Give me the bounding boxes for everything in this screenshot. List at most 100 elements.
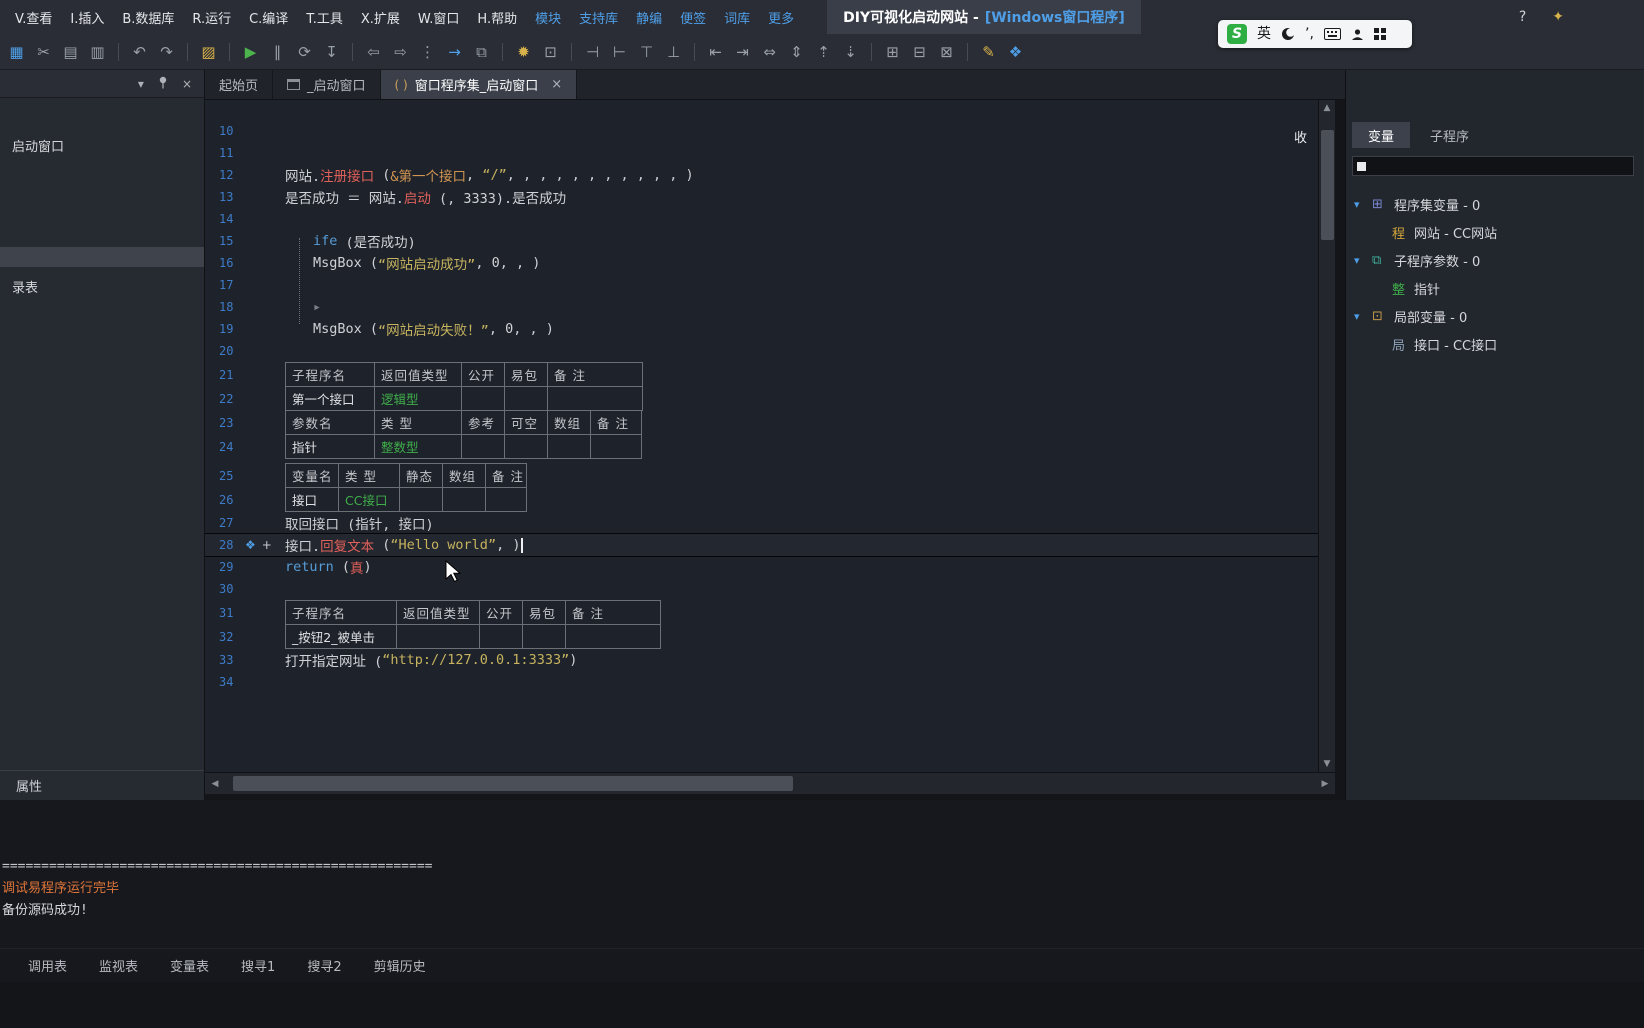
panel-tab-变量[interactable]: 变量 bbox=[1352, 122, 1411, 148]
bottom-tab-变量表[interactable]: 变量表 bbox=[170, 956, 209, 975]
menu-item[interactable]: B.数据库 bbox=[113, 0, 183, 34]
editor-line[interactable]: 25 变量名类 型静态 数组备 注 bbox=[205, 463, 1318, 488]
pen-icon[interactable]: ✎ bbox=[976, 39, 1001, 64]
nav-back-icon[interactable]: ⇦ bbox=[361, 39, 386, 64]
settings-icon[interactable]: ❖ bbox=[1003, 39, 1028, 64]
cut-icon[interactable]: ✂ bbox=[31, 39, 56, 64]
editor-line[interactable]: 33 打开指定网址 (“http://127.0.0.1:3333”) bbox=[205, 649, 1318, 671]
editor-line[interactable]: 18 ▸ bbox=[205, 296, 1318, 318]
pause-icon[interactable]: ∥ bbox=[265, 39, 290, 64]
menu-item[interactable]: H.帮助 bbox=[468, 0, 526, 34]
feedback-icon[interactable]: ✦ bbox=[1552, 9, 1564, 25]
doc-tab[interactable]: 起始页 bbox=[205, 70, 274, 99]
editor-line[interactable]: 26 接口 CC接口 bbox=[205, 487, 1318, 512]
align-left-icon[interactable]: ⊣ bbox=[580, 39, 605, 64]
panel-close-icon[interactable]: × bbox=[182, 77, 192, 91]
plugin-menu-item[interactable]: 词库 bbox=[715, 0, 759, 34]
collapse-button[interactable]: 收 bbox=[1294, 127, 1307, 146]
help-icon[interactable]: ? bbox=[1519, 9, 1526, 25]
copy-icon[interactable]: ▤ bbox=[58, 39, 83, 64]
align-bottom-icon[interactable]: ⊥ bbox=[661, 39, 686, 64]
align-top-icon[interactable]: ⊤ bbox=[634, 39, 659, 64]
editor-line[interactable]: 19 MsgBox (“网站启动失败！”, 0, , ) bbox=[205, 318, 1318, 340]
plugin-menu-item[interactable]: 便签 bbox=[671, 0, 715, 34]
variables-filter-box[interactable] bbox=[1352, 156, 1634, 176]
ime-keyboard-icon[interactable] bbox=[1323, 28, 1341, 40]
tip-bulb-icon[interactable]: ✹ bbox=[511, 39, 536, 64]
bottom-tab-监视表[interactable]: 监视表 bbox=[99, 956, 138, 975]
code-editor[interactable]: 10 11 12 网站. 注册接口 (&第一个接口, “/”, , , , , , , … bbox=[205, 100, 1318, 772]
center-v-icon[interactable]: ⇕ bbox=[784, 39, 809, 64]
editor-line[interactable]: 12 网站. 注册接口 (&第一个接口, “/”, , , , , , , , , … bbox=[205, 164, 1318, 186]
plugin-menu-item[interactable]: 更多 bbox=[759, 0, 803, 34]
scroll-up-icon[interactable]: ▲ bbox=[1319, 100, 1335, 116]
menu-item[interactable]: W.窗口 bbox=[409, 0, 469, 34]
sogou-logo-icon[interactable]: S bbox=[1227, 24, 1247, 44]
save-icon[interactable]: ▦ bbox=[4, 39, 29, 64]
vertical-scroll-thumb[interactable] bbox=[1321, 130, 1334, 240]
bottom-tab-剪辑历史[interactable]: 剪辑历史 bbox=[374, 956, 426, 975]
bottom-tab-调用表[interactable]: 调用表 bbox=[28, 956, 67, 975]
chevron-down-icon[interactable]: ▾ bbox=[1354, 310, 1372, 323]
tree-item[interactable]: 程网站 - CC网站 bbox=[1346, 218, 1644, 246]
ime-toolbar[interactable]: S 英 ’, bbox=[1218, 20, 1412, 48]
bottom-tab-搜寻2[interactable]: 搜寻2 bbox=[307, 956, 341, 975]
bottom-tab-搜寻1[interactable]: 搜寻1 bbox=[241, 956, 275, 975]
editor-line[interactable]: 10 bbox=[205, 120, 1318, 142]
editor-line[interactable]: 17 bbox=[205, 274, 1318, 296]
output-panel[interactable]: ========================================… bbox=[0, 800, 1644, 948]
plugin-menu-item[interactable]: 模块 bbox=[526, 0, 570, 34]
ime-toolbox-icon[interactable] bbox=[1373, 28, 1386, 40]
tree-item[interactable]: 整指针 bbox=[1346, 274, 1644, 302]
ime-punct-indicator[interactable]: ’, bbox=[1305, 27, 1314, 41]
editor-line[interactable]: 27 取回接口 (指针, 接口) bbox=[205, 512, 1318, 534]
run-icon[interactable]: ▶ bbox=[238, 39, 263, 64]
scroll-down-icon[interactable]: ▼ bbox=[1319, 756, 1335, 772]
distribute-h-icon[interactable]: ⇡ bbox=[811, 39, 836, 64]
horizontal-scroll-thumb[interactable] bbox=[233, 776, 793, 791]
editor-line[interactable]: 22 第一个接口 逻辑型 bbox=[205, 386, 1318, 411]
menu-item[interactable]: T.工具 bbox=[297, 0, 352, 34]
ime-lang-indicator[interactable]: 英 bbox=[1257, 27, 1271, 41]
horizontal-scroll-track[interactable] bbox=[225, 773, 1315, 794]
workspace-item-resource-table[interactable]: 录表 bbox=[0, 273, 204, 300]
editor-line[interactable]: 30 bbox=[205, 578, 1318, 600]
align-right-icon[interactable]: ⊢ bbox=[607, 39, 632, 64]
menu-item[interactable]: R.运行 bbox=[183, 0, 240, 34]
ime-profile-icon[interactable] bbox=[1351, 28, 1364, 41]
editor-horizontal-scrollbar[interactable]: ◀ ▶ bbox=[205, 772, 1335, 794]
doc-tab[interactable]: ( ) 窗口程序集_启动窗口 × bbox=[380, 70, 578, 99]
restart-icon[interactable]: ⟳ bbox=[292, 39, 317, 64]
chevron-down-icon[interactable]: ▾ bbox=[1354, 198, 1372, 211]
same-width-icon[interactable]: ⊞ bbox=[880, 39, 905, 64]
distribute-v-icon[interactable]: ⇣ bbox=[838, 39, 863, 64]
center-h-icon[interactable]: ⇔ bbox=[757, 39, 782, 64]
menu-item[interactable]: X.扩展 bbox=[352, 0, 409, 34]
editor-line[interactable]: 16 MsgBox (“网站启动成功”, 0, , ) bbox=[205, 252, 1318, 274]
tree-group[interactable]: ▾ ⊡ 局部变量 - 0 bbox=[1346, 302, 1644, 330]
editor-line[interactable]: 32 _按钮2_被单击 bbox=[205, 624, 1318, 649]
editor-line[interactable]: 31 子程序名 返回值类型 公开 易包备 注 bbox=[205, 600, 1318, 625]
panel-pin-icon[interactable] bbox=[158, 76, 168, 92]
editor-line[interactable]: 23 参数名类 型参考 可空 数组备 注 bbox=[205, 410, 1318, 435]
tree-item[interactable]: 局接口 - CC接口 bbox=[1346, 330, 1644, 358]
editor-line[interactable]: 24 指针 整数型 bbox=[205, 434, 1318, 459]
more-dots-icon[interactable]: ⋮ bbox=[415, 39, 440, 64]
editor-line[interactable]: 28 ❖ + 接口. 回复文本 (“Hello world”, ) bbox=[205, 534, 1318, 556]
space-h-icon[interactable]: ⇤ bbox=[703, 39, 728, 64]
properties-panel-header[interactable]: 属性 bbox=[0, 770, 204, 800]
link-icon[interactable]: ⧉ bbox=[469, 39, 494, 64]
editor-line[interactable]: 13 是否成功 ＝ 网站. 启动 (, 3333).是否成功 bbox=[205, 186, 1318, 208]
scroll-right-icon[interactable]: ▶ bbox=[1315, 773, 1335, 795]
menu-item[interactable]: C.编译 bbox=[240, 0, 297, 34]
ime-fullhalf-icon[interactable] bbox=[1281, 27, 1295, 41]
undo-icon[interactable]: ↶ bbox=[127, 39, 152, 64]
editor-line[interactable]: 21 子程序名 返回值类型 公开 易包备 注 bbox=[205, 362, 1318, 387]
panel-tab-子程序[interactable]: 子程序 bbox=[1414, 122, 1485, 148]
compile-icon[interactable]: ↧ bbox=[319, 39, 344, 64]
plugin-menu-item[interactable]: 支持库 bbox=[570, 0, 627, 34]
editor-line[interactable]: 14 bbox=[205, 208, 1318, 230]
bookmark-icon[interactable]: ⊡ bbox=[538, 39, 563, 64]
editor-line[interactable]: 20 bbox=[205, 340, 1318, 362]
same-height-icon[interactable]: ⊟ bbox=[907, 39, 932, 64]
